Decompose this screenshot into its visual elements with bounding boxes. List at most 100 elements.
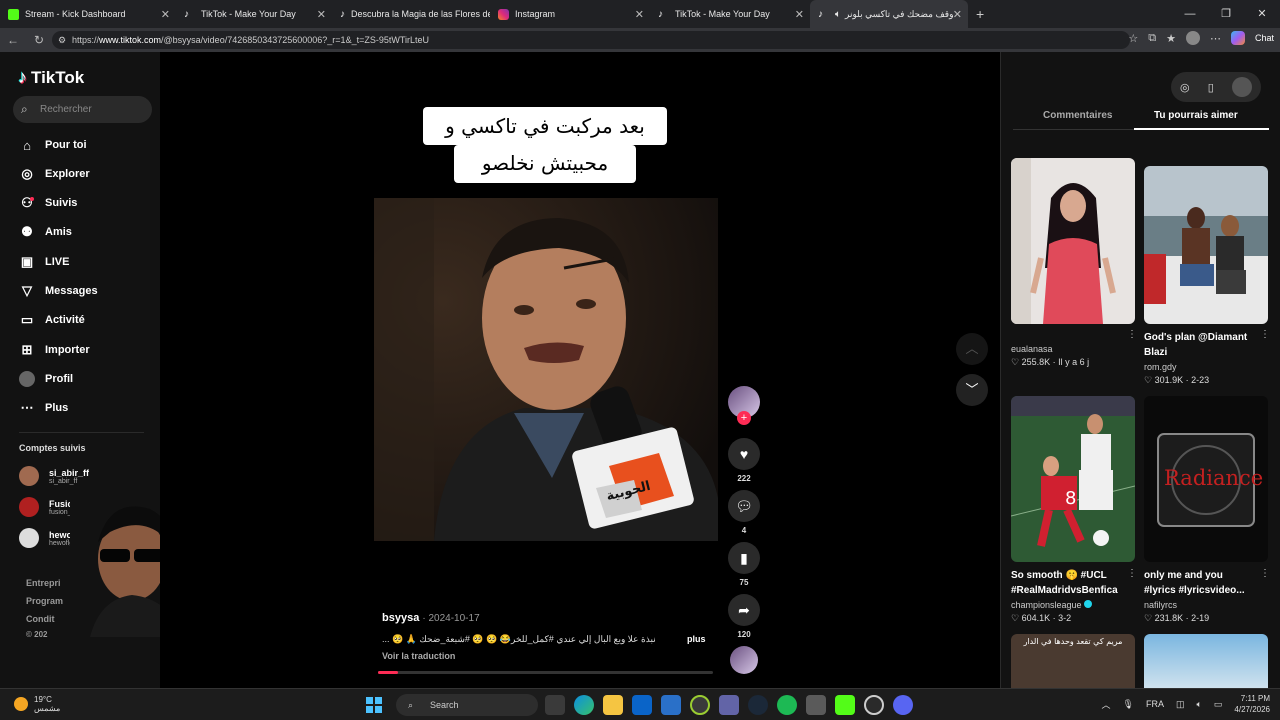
favorite-star-icon[interactable]: ☆ [1128, 32, 1138, 45]
speaker-icon[interactable]: 🔈︎ [835, 9, 841, 20]
nav-explore[interactable]: ◎ Explorer [18, 165, 89, 183]
creator-avatar[interactable]: + [726, 386, 762, 425]
nav-activity[interactable]: ▭ Activité [18, 311, 85, 329]
card-menu-icon[interactable]: ⋮ [1260, 568, 1270, 579]
browser-tab[interactable]: ♪ TikTok - Make Your Day ✕ [650, 0, 810, 28]
volume-icon[interactable]: 🔈︎ [1196, 699, 1201, 710]
close-icon[interactable]: ✕ [795, 8, 804, 21]
browser-tab-active[interactable]: ♪ 🔈︎ موقف مضحك في تاكسي بلونر ✕ [810, 0, 968, 28]
tab-you-may-like[interactable]: Tu pourrais aimer [1154, 110, 1238, 121]
weather-widget[interactable]: 19°C مشمس [14, 695, 60, 713]
store-icon[interactable] [661, 695, 681, 715]
more-button[interactable]: plus [687, 634, 706, 644]
like-count: 222 [737, 474, 751, 483]
outlook-icon[interactable] [632, 695, 652, 715]
maximize-icon[interactable]: ❐ [1208, 0, 1244, 28]
suggested-video-card[interactable]: Radiance only me and you #lyrics #lyrics… [1144, 396, 1270, 624]
teams-icon[interactable] [719, 695, 739, 715]
like-button[interactable]: ♥ 222 [726, 438, 762, 483]
tab-title: موقف مضحك في تاكسي بلونر [845, 8, 959, 19]
avatar [19, 466, 39, 486]
kick-icon[interactable] [835, 695, 855, 715]
edge-icon[interactable] [574, 695, 594, 715]
nav-following[interactable]: ⚇ Suivis [18, 194, 77, 212]
copilot-icon[interactable] [1230, 31, 1245, 45]
kick-icon [8, 8, 19, 20]
microphone-icon[interactable]: 🎙︎ [1123, 699, 1134, 710]
close-icon[interactable]: ✕ [952, 8, 962, 21]
close-icon[interactable]: ✕ [317, 8, 326, 21]
footer-link[interactable]: Entrepri [26, 578, 61, 588]
card-menu-icon[interactable]: ⋮ [1127, 329, 1137, 340]
extensions-icon[interactable]: ⧉ [1148, 32, 1156, 45]
translate-link[interactable]: Voir la traduction [382, 651, 455, 661]
card-menu-icon[interactable]: ⋮ [1260, 329, 1270, 340]
url-field[interactable]: ⚙ https://www.tiktok.com/@bsyysa/video/7… [52, 31, 1130, 49]
video-progress-bar[interactable] [378, 671, 713, 674]
new-tab-button[interactable]: + [968, 0, 994, 28]
menu-dots-icon[interactable]: ⋯ [1210, 32, 1221, 45]
next-video-button[interactable]: ﹀ [956, 374, 988, 406]
clock[interactable]: 7:11 PM 4/27/2026 [1234, 693, 1270, 715]
nav-profile[interactable]: Profil [18, 370, 73, 388]
search-input[interactable]: ⌕ Rechercher [13, 96, 152, 123]
steam-icon[interactable] [748, 695, 768, 715]
obs-icon[interactable] [864, 695, 884, 715]
favorites-icon[interactable]: ★ [1166, 32, 1176, 45]
browser-tab[interactable]: Stream - Kick Dashboard ✕ [0, 0, 176, 28]
site-info-icon[interactable]: ⚙ [58, 31, 66, 49]
previous-video-button[interactable]: ︿ [956, 333, 988, 365]
nav-messages[interactable]: ▽ Messages [18, 282, 98, 300]
chevron-up-icon[interactable]: ︿ [1102, 698, 1111, 711]
language-indicator[interactable]: FRA [1146, 699, 1164, 709]
tab-comments[interactable]: Commentaires [1043, 110, 1112, 121]
comment-button[interactable]: 💬︎ 4 [726, 490, 762, 535]
suggested-video-card[interactable] [1144, 634, 1268, 688]
task-view-icon[interactable] [545, 695, 565, 715]
close-icon[interactable]: ✕ [161, 8, 170, 21]
footer-link[interactable]: Condit [26, 614, 55, 624]
network-icon[interactable]: ◫ [1176, 699, 1185, 710]
browser-tab[interactable]: Instagram ✕ [490, 0, 650, 28]
followed-account[interactable]: si_abir_ff si_abir_ff [19, 466, 89, 486]
logo-text: TikTok [31, 67, 85, 87]
share-button[interactable]: ➦ 120 [726, 594, 762, 639]
spotify-icon[interactable] [777, 695, 797, 715]
chat-button[interactable]: Chat [1255, 33, 1274, 43]
nav-for-you[interactable]: ⌂ Pour toi [18, 136, 87, 154]
follow-plus-icon[interactable]: + [737, 411, 751, 425]
coin-icon[interactable]: ◎ [1180, 81, 1190, 94]
taskbar-search[interactable]: ⌕ Search [396, 694, 538, 716]
profile-avatar[interactable] [1185, 31, 1200, 45]
file-explorer-icon[interactable] [603, 695, 623, 715]
nav-live[interactable]: ▣ LIVE [18, 253, 70, 271]
device-icon[interactable]: ▯ [1208, 81, 1214, 94]
nav-upload[interactable]: ⊞ Importer [18, 341, 90, 359]
video-player[interactable]: الحوبية [374, 198, 718, 541]
video-author[interactable]: bsyysa · 2024-10-17 [382, 612, 480, 624]
nav-more[interactable]: ⋯ Plus [18, 399, 69, 417]
music-disc[interactable] [726, 646, 762, 674]
discord-icon[interactable] [893, 695, 913, 715]
minimize-icon[interactable]: — [1172, 0, 1208, 28]
close-window-icon[interactable]: ✕ [1244, 0, 1280, 28]
browser-tab[interactable]: ♪ Descubra la Magia de las Flores de [332, 0, 490, 28]
card-menu-icon[interactable]: ⋮ [1127, 568, 1137, 579]
nav-friends[interactable]: ⚉ Amis [18, 223, 72, 241]
back-icon[interactable]: ← [0, 33, 26, 47]
save-button[interactable]: ▮ 75 [726, 542, 762, 587]
tiktok-logo[interactable]: ♪ TikTok [18, 67, 84, 88]
suggested-video-card[interactable]: eualanasa ♡ 255.8K · Il y a 6 j ⋮ [1011, 158, 1137, 368]
suggested-video-card[interactable]: 8 So smooth 🤫 #UCL #RealMadridvsBenfica … [1011, 396, 1137, 624]
start-button[interactable] [366, 697, 382, 713]
suggested-video-card[interactable]: مريم كي تقعد وحدها في الدار [1011, 634, 1135, 688]
user-avatar[interactable] [1231, 77, 1252, 97]
refresh-icon[interactable]: ↻ [26, 33, 52, 47]
footer-link[interactable]: Program [26, 596, 63, 606]
suggested-video-card[interactable]: God's plan @Diamant Blazi rom.gdy ♡ 301.… [1144, 166, 1270, 386]
browser-tab[interactable]: ♪ TikTok - Make Your Day ✕ [176, 0, 332, 28]
close-icon[interactable]: ✕ [635, 8, 644, 21]
battery-icon[interactable]: ▭ [1214, 699, 1223, 710]
xbox-icon[interactable] [690, 695, 710, 715]
calculator-icon[interactable] [806, 695, 826, 715]
